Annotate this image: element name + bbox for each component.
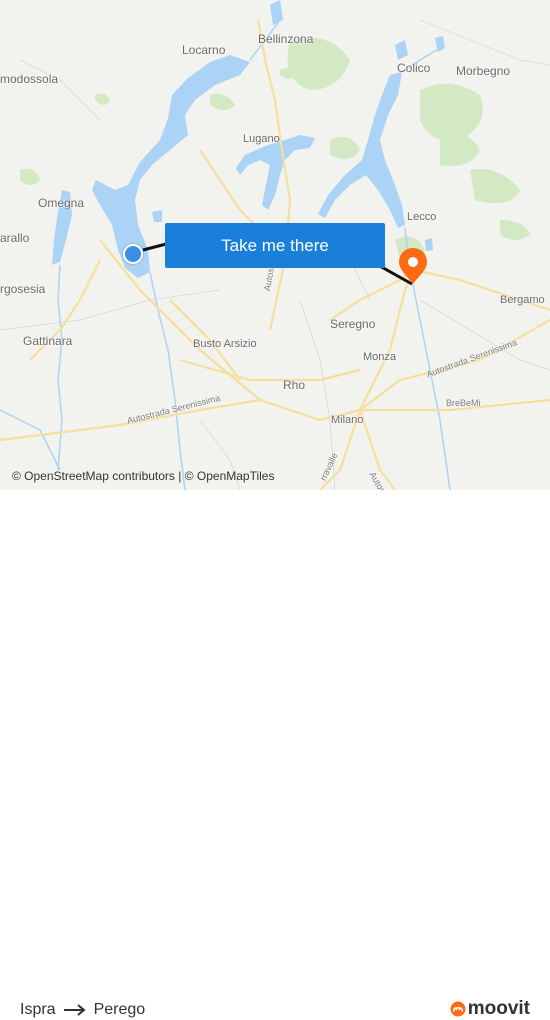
map[interactable]: Locarno Bellinzona modossola Colico Morb… (0, 0, 550, 490)
origin-name: Ispra (20, 1001, 56, 1018)
moovit-logo-icon (450, 1001, 466, 1017)
moovit-logo: moovit (450, 998, 530, 1020)
brand-name: moovit (467, 998, 530, 1019)
origin-location-marker[interactable] (123, 244, 143, 264)
arrow-right-icon (63, 1004, 86, 1016)
destination-name: Perego (93, 1001, 146, 1018)
place-label-monza: Monza (363, 351, 397, 363)
place-label-lecco: Lecco (407, 211, 437, 223)
place-label-seregno: Seregno (330, 317, 376, 331)
road-label-brebemi: BreBeMi (446, 398, 481, 408)
place-label-bellinzona: Bellinzona (258, 32, 314, 46)
place-label-omegna: Omegna (38, 196, 85, 210)
place-label-varallo: arallo (0, 231, 30, 245)
map-attribution: © OpenStreetMap contributors | © OpenMap… (12, 469, 275, 483)
route-summary: Ispra Perego (20, 1001, 145, 1019)
place-label-colico: Colico (397, 61, 431, 75)
place-label-lugano: Lugano (243, 133, 280, 145)
place-label-busto-arsizio: Busto Arsizio (193, 338, 257, 350)
footer: Ispra Perego moovit (0, 490, 550, 1019)
place-label-rho: Rho (283, 378, 306, 392)
place-label-gattinara: Gattinara (23, 334, 73, 348)
place-label-bergamo: Bergamo (500, 294, 545, 306)
take-me-there-button[interactable]: Take me there (165, 223, 385, 268)
place-label-domodossola: modossola (0, 72, 59, 86)
place-label-locarno: Locarno (182, 43, 226, 57)
place-label-morbegno: Morbegno (456, 64, 511, 78)
place-label-borgosesia: rgosesia (0, 282, 46, 296)
place-label-milano: Milano (331, 414, 364, 426)
